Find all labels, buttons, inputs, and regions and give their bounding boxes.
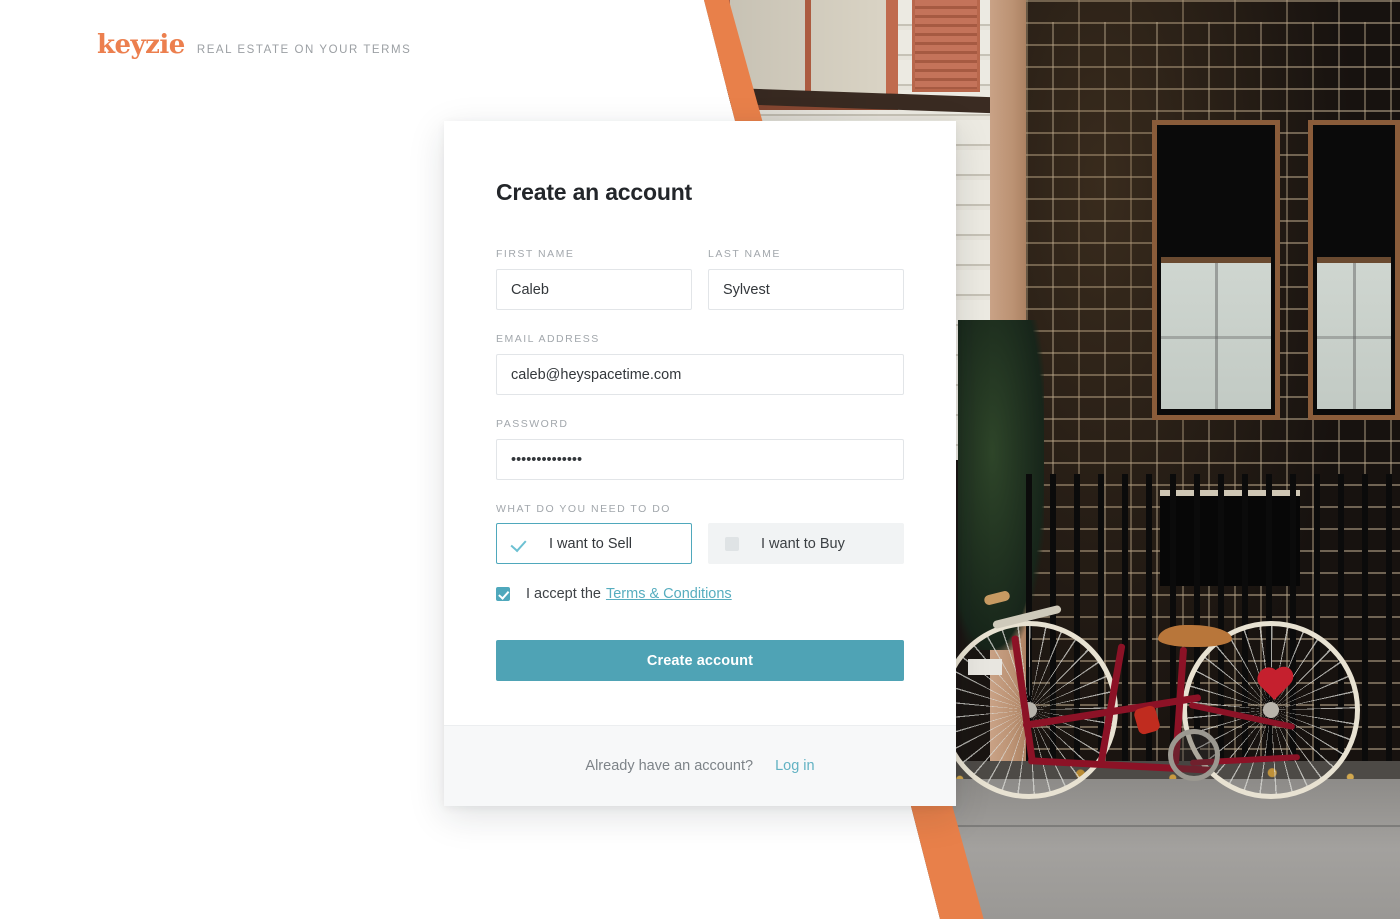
wheel-hub bbox=[1263, 702, 1279, 718]
option-sell-label: I want to Sell bbox=[549, 535, 633, 552]
bicycle-front-wheel bbox=[940, 621, 1118, 799]
option-buy[interactable]: I want to Buy bbox=[708, 523, 904, 564]
last-name-label: LAST NAME bbox=[708, 248, 781, 260]
signup-page: keyzie REAL ESTATE ON YOUR TERMS Create … bbox=[0, 0, 1400, 919]
name-row: FIRST NAME LAST NAME bbox=[496, 248, 904, 333]
page-title: Create an account bbox=[496, 179, 692, 205]
bicycle bbox=[940, 529, 1360, 799]
bicycle-grip bbox=[983, 590, 1011, 606]
first-name-input[interactable] bbox=[496, 269, 692, 310]
already-have-account-text: Already have an account? bbox=[585, 758, 754, 774]
window-pane bbox=[1161, 257, 1271, 409]
last-name-field-group: LAST NAME bbox=[708, 248, 904, 310]
option-buy-label: I want to Buy bbox=[761, 535, 845, 552]
building-window-left bbox=[1152, 120, 1280, 420]
logo-tagline: REAL ESTATE ON YOUR TERMS bbox=[196, 44, 412, 56]
needs-options: I want to Sell I want to Buy bbox=[496, 523, 904, 564]
first-name-label: FIRST NAME bbox=[496, 248, 575, 260]
password-field-group: PASSWORD bbox=[496, 418, 904, 480]
needs-label: WHAT DO YOU NEED TO DO bbox=[496, 503, 671, 515]
terms-checkbox[interactable] bbox=[496, 587, 510, 601]
last-name-input[interactable] bbox=[708, 269, 904, 310]
terms-text: I accept the bbox=[526, 586, 601, 602]
empty-checkbox-icon bbox=[725, 536, 739, 551]
building-window-right bbox=[1308, 120, 1400, 420]
email-label: EMAIL ADDRESS bbox=[496, 333, 600, 345]
bicycle-tag bbox=[968, 659, 1002, 675]
window-pane bbox=[1317, 257, 1391, 409]
terms-and-conditions-link[interactable]: Terms & Conditions bbox=[606, 586, 732, 602]
email-field-group: EMAIL ADDRESS bbox=[496, 333, 904, 395]
create-account-button[interactable]: Create account bbox=[496, 640, 904, 681]
logo-wordmark: keyzie bbox=[97, 30, 185, 60]
signup-card-footer: Already have an account? Log in bbox=[444, 725, 956, 806]
brand-logo[interactable]: keyzie REAL ESTATE ON YOUR TERMS bbox=[97, 30, 411, 60]
bicycle-seat bbox=[1158, 625, 1232, 647]
check-icon bbox=[513, 537, 527, 551]
password-input[interactable] bbox=[496, 439, 904, 480]
signup-card: Create an account FIRST NAME LAST NAME E… bbox=[444, 121, 956, 806]
terms-row: I accept the Terms & Conditions bbox=[496, 586, 904, 602]
signup-card-body: Create an account FIRST NAME LAST NAME E… bbox=[444, 121, 956, 725]
first-name-field-group: FIRST NAME bbox=[496, 248, 692, 310]
password-label: PASSWORD bbox=[496, 418, 569, 430]
bicycle-chainring bbox=[1168, 729, 1220, 781]
option-sell[interactable]: I want to Sell bbox=[496, 523, 692, 564]
log-in-link[interactable]: Log in bbox=[775, 758, 815, 774]
email-input[interactable] bbox=[496, 354, 904, 395]
bicycle-reflector bbox=[1132, 704, 1162, 736]
